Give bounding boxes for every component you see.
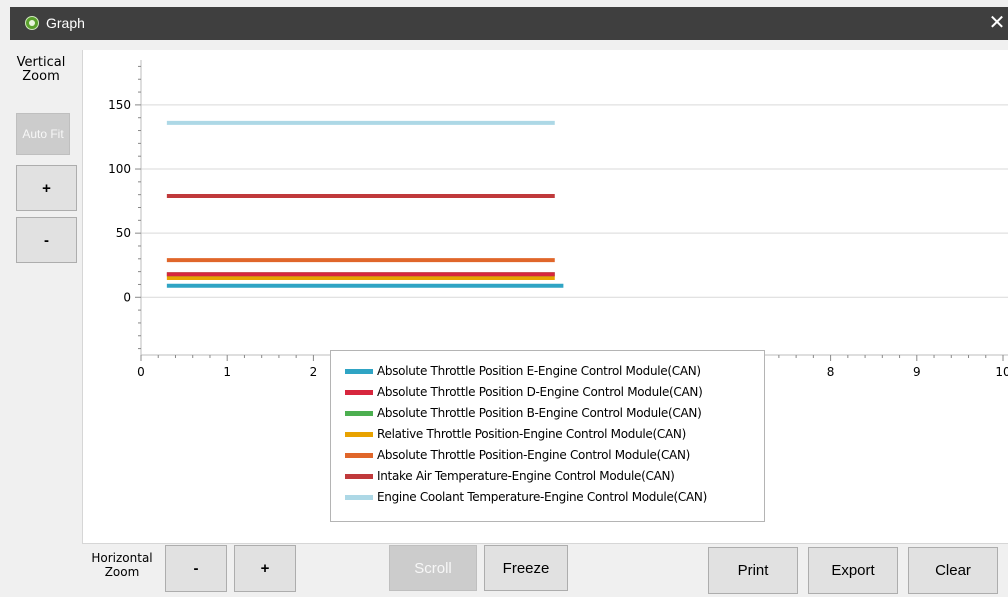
- export-button[interactable]: Export: [808, 547, 898, 594]
- close-icon[interactable]: ✕: [988, 10, 1006, 36]
- x-tick-label: 1: [223, 365, 231, 379]
- x-tick-label: 10: [995, 365, 1008, 379]
- legend-swatch: [345, 369, 373, 374]
- x-tick-label: 9: [913, 365, 921, 379]
- title-bar: Graph ✕: [10, 7, 1008, 40]
- print-button[interactable]: Print: [708, 547, 798, 594]
- legend-label: Engine Coolant Temperature-Engine Contro…: [377, 490, 707, 504]
- chart-legend: Absolute Throttle Position E-Engine Cont…: [330, 350, 765, 522]
- x-tick-label: 8: [827, 365, 835, 379]
- horizontal-zoom-label: Horizontal Zoom: [91, 551, 153, 579]
- scroll-button[interactable]: Scroll: [389, 545, 477, 591]
- y-tick-label: 0: [123, 290, 131, 304]
- legend-label: Absolute Throttle Position B-Engine Cont…: [377, 406, 702, 420]
- y-tick-label: 150: [108, 98, 131, 112]
- x-tick-label: 0: [137, 365, 145, 379]
- legend-swatch: [345, 453, 373, 458]
- auto-fit-button[interactable]: Auto Fit: [16, 113, 70, 155]
- y-tick-label: 50: [116, 226, 131, 240]
- legend-swatch: [345, 474, 373, 479]
- legend-item: Intake Air Temperature-Engine Control Mo…: [331, 468, 764, 489]
- legend-item: Absolute Throttle Position E-Engine Cont…: [331, 363, 764, 384]
- legend-item: Absolute Throttle Position D-Engine Cont…: [331, 384, 764, 405]
- vertical-zoom-out-button[interactable]: -: [16, 217, 77, 263]
- legend-label: Absolute Throttle Position E-Engine Cont…: [377, 364, 701, 378]
- vertical-zoom-in-button[interactable]: +: [16, 165, 77, 211]
- legend-item: Absolute Throttle Position B-Engine Cont…: [331, 405, 764, 426]
- freeze-button[interactable]: Freeze: [484, 545, 568, 591]
- legend-label: Absolute Throttle Position-Engine Contro…: [377, 448, 690, 462]
- horizontal-zoom-out-button[interactable]: -: [165, 545, 227, 592]
- legend-item: Engine Coolant Temperature-Engine Contro…: [331, 489, 764, 510]
- legend-label: Relative Throttle Position-Engine Contro…: [377, 427, 686, 441]
- y-tick-label: 100: [108, 162, 131, 176]
- vertical-zoom-label: Vertical Zoom: [16, 55, 66, 84]
- legend-swatch: [345, 390, 373, 395]
- app-logo-icon: [25, 16, 39, 30]
- legend-swatch: [345, 411, 373, 416]
- window-title: Graph: [46, 15, 85, 31]
- legend-item: Relative Throttle Position-Engine Contro…: [331, 426, 764, 447]
- clear-button[interactable]: Clear: [908, 547, 998, 594]
- x-tick-label: 2: [310, 365, 318, 379]
- legend-swatch: [345, 432, 373, 437]
- legend-swatch: [345, 495, 373, 500]
- legend-item: Absolute Throttle Position-Engine Contro…: [331, 447, 764, 468]
- legend-label: Absolute Throttle Position D-Engine Cont…: [377, 385, 703, 399]
- horizontal-zoom-in-button[interactable]: +: [234, 545, 296, 592]
- legend-label: Intake Air Temperature-Engine Control Mo…: [377, 469, 675, 483]
